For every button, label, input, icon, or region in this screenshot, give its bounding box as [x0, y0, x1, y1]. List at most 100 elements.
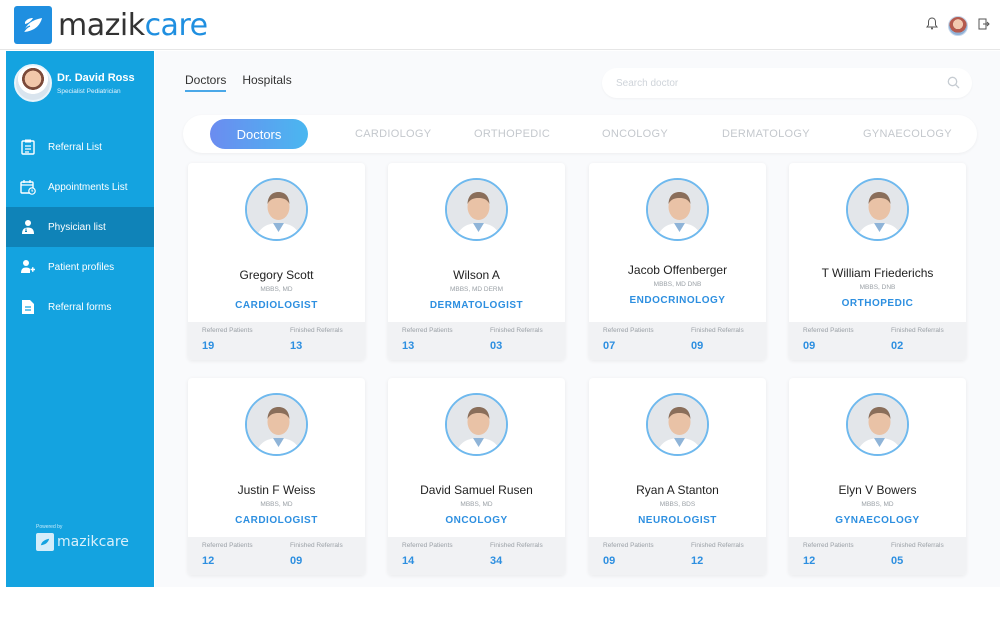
doctor-stats: Referred Patients Finished Referrals 12 … — [789, 537, 966, 575]
finished-referrals-label: Finished Referrals — [490, 327, 543, 334]
clipboard-icon — [20, 139, 36, 155]
user-avatar[interactable] — [948, 16, 968, 36]
doctor-stats: Referred Patients Finished Referrals 14 … — [388, 537, 565, 575]
filter-oncology[interactable]: ONCOLOGY — [602, 128, 668, 140]
tab-doctors[interactable]: Doctors — [185, 73, 227, 92]
footer-logo-text: mazikcare — [57, 534, 129, 550]
sidebar-item-physician-list[interactable]: Physician list — [6, 207, 154, 247]
doctor-name: T William Friederichs — [821, 266, 934, 280]
sidebar-item-appointments-list[interactable]: Appointments List — [6, 167, 154, 207]
patient-icon — [20, 259, 36, 275]
referred-patients-count: 12 — [202, 555, 215, 567]
referred-patients-count: 09 — [603, 555, 616, 567]
header-actions — [926, 16, 990, 36]
doctor-specialty: GYNAECOLOGY — [835, 515, 920, 526]
document-icon — [20, 299, 36, 315]
doctor-card[interactable]: Jacob Offenberger MBBS, MD DNB ENDOCRINO… — [589, 163, 766, 360]
referred-patients-label: Referred Patients — [603, 327, 654, 334]
doctor-stats: Referred Patients Finished Referrals 07 … — [589, 322, 766, 360]
doctor-qualifications: MBBS, MD — [460, 501, 493, 508]
logout-icon[interactable] — [978, 17, 990, 35]
referred-patients-count: 07 — [603, 340, 616, 352]
referred-patients-label: Referred Patients — [202, 542, 253, 549]
doctor-specialty: CARDIOLOGIST — [235, 300, 318, 311]
referred-patients-label: Referred Patients — [402, 327, 453, 334]
doctor-qualifications: MBBS, MD — [861, 501, 894, 508]
bell-icon[interactable] — [926, 17, 938, 35]
filter-orthopedic[interactable]: ORTHOPEDIC — [474, 128, 550, 140]
doctor-name: Ryan A Stanton — [636, 483, 719, 497]
doctor-stats: Referred Patients Finished Referrals 19 … — [188, 322, 365, 360]
view-tabs: Doctors Hospitals — [185, 73, 292, 92]
specialty-filter-bar: Doctors CARDIOLOGY ORTHOPEDIC ONCOLOGY D… — [183, 115, 977, 153]
doctor-stats: Referred Patients Finished Referrals 13 … — [388, 322, 565, 360]
finished-referrals-count: 03 — [490, 340, 503, 352]
doctor-photo — [445, 393, 508, 456]
brand-name-a: mazik — [58, 7, 145, 43]
doctor-photo — [846, 393, 909, 456]
finished-referrals-label: Finished Referrals — [691, 327, 744, 334]
finished-referrals-count: 34 — [490, 555, 503, 567]
doctor-card[interactable]: T William Friederichs MBBS, DNB ORTHOPED… — [789, 163, 966, 360]
finished-referrals-label: Finished Referrals — [891, 327, 944, 334]
search-icon[interactable] — [947, 76, 960, 94]
finished-referrals-count: 09 — [691, 340, 704, 352]
filter-doctors[interactable]: Doctors — [210, 119, 308, 149]
sidebar-item-label: Patient profiles — [48, 261, 115, 273]
referred-patients-count: 09 — [803, 340, 816, 352]
doctor-card[interactable]: Wilson A MBBS, MD DERM DERMATOLOGIST Ref… — [388, 163, 565, 360]
filter-cardiology[interactable]: CARDIOLOGY — [355, 128, 431, 140]
doctor-card[interactable]: Gregory Scott MBBS, MD CARDIOLOGIST Refe… — [188, 163, 365, 360]
doctor-photo — [846, 178, 909, 241]
doctor-photo — [646, 178, 709, 241]
doctor-card[interactable]: Elyn V Bowers MBBS, MD GYNAECOLOGY Refer… — [789, 378, 966, 575]
sidebar-item-patient-profiles[interactable]: Patient profiles — [6, 247, 154, 287]
leaf-logo-icon — [14, 6, 52, 44]
finished-referrals-label: Finished Referrals — [891, 542, 944, 549]
search-box — [602, 68, 972, 98]
calendar-icon — [20, 179, 36, 195]
doctor-photo — [646, 393, 709, 456]
sidebar-item-referral-list[interactable]: Referral List — [6, 127, 154, 167]
doctor-name: Wilson A — [453, 268, 500, 282]
doctor-name: Elyn V Bowers — [838, 483, 917, 497]
doctor-specialty: ORTHOPEDIC — [841, 298, 914, 309]
sidebar-item-referral-forms[interactable]: Referral forms — [6, 287, 154, 327]
referred-patients-count: 19 — [202, 340, 215, 352]
powered-by-label: Powered by — [36, 524, 63, 530]
finished-referrals-label: Finished Referrals — [490, 542, 543, 549]
referred-patients-label: Referred Patients — [603, 542, 654, 549]
user-profile[interactable]: Dr. David Ross Specialist Pediatrician — [6, 51, 154, 113]
doctor-name: Jacob Offenberger — [627, 263, 728, 277]
main-content: Doctors Hospitals Doctors CARDIOLOGY ORT… — [155, 51, 1000, 587]
doctor-specialty: ENDOCRINOLOGY — [629, 295, 726, 306]
profile-role: Specialist Pediatrician — [57, 88, 121, 95]
sidebar: Dr. David Ross Specialist Pediatrician R… — [6, 51, 154, 587]
referred-patients-count: 12 — [803, 555, 816, 567]
doctor-photo — [245, 393, 308, 456]
top-bar: mazikcare — [0, 0, 1000, 50]
search-input[interactable] — [616, 75, 936, 91]
sidebar-item-label: Referral List — [48, 141, 102, 153]
sidebar-item-label: Appointments List — [48, 181, 128, 193]
leaf-logo-icon — [36, 533, 54, 551]
filter-gynaecology[interactable]: GYNAECOLOGY — [863, 128, 952, 140]
filter-dermatology[interactable]: DERMATOLOGY — [722, 128, 810, 140]
profile-avatar — [14, 64, 52, 102]
physician-icon — [20, 219, 36, 235]
doctor-card[interactable]: David Samuel Rusen MBBS, MD ONCOLOGY Ref… — [388, 378, 565, 575]
logo[interactable]: mazikcare — [14, 6, 208, 44]
profile-name: Dr. David Ross — [57, 72, 135, 84]
doctor-stats: Referred Patients Finished Referrals 09 … — [589, 537, 766, 575]
finished-referrals-count: 09 — [290, 555, 303, 567]
sidebar-item-label: Physician list — [48, 221, 106, 233]
finished-referrals-count: 13 — [290, 340, 303, 352]
finished-referrals-label: Finished Referrals — [691, 542, 744, 549]
doctor-card[interactable]: Justin F Weiss MBBS, MD CARDIOLOGIST Ref… — [188, 378, 365, 575]
doctor-specialty: ONCOLOGY — [445, 515, 508, 526]
doctor-name: Justin F Weiss — [237, 483, 316, 497]
finished-referrals-count: 12 — [691, 555, 704, 567]
doctor-card[interactable]: Ryan A Stanton MBBS, BDS NEUROLOGIST Ref… — [589, 378, 766, 575]
referred-patients-label: Referred Patients — [803, 542, 854, 549]
tab-hospitals[interactable]: Hospitals — [242, 73, 291, 92]
